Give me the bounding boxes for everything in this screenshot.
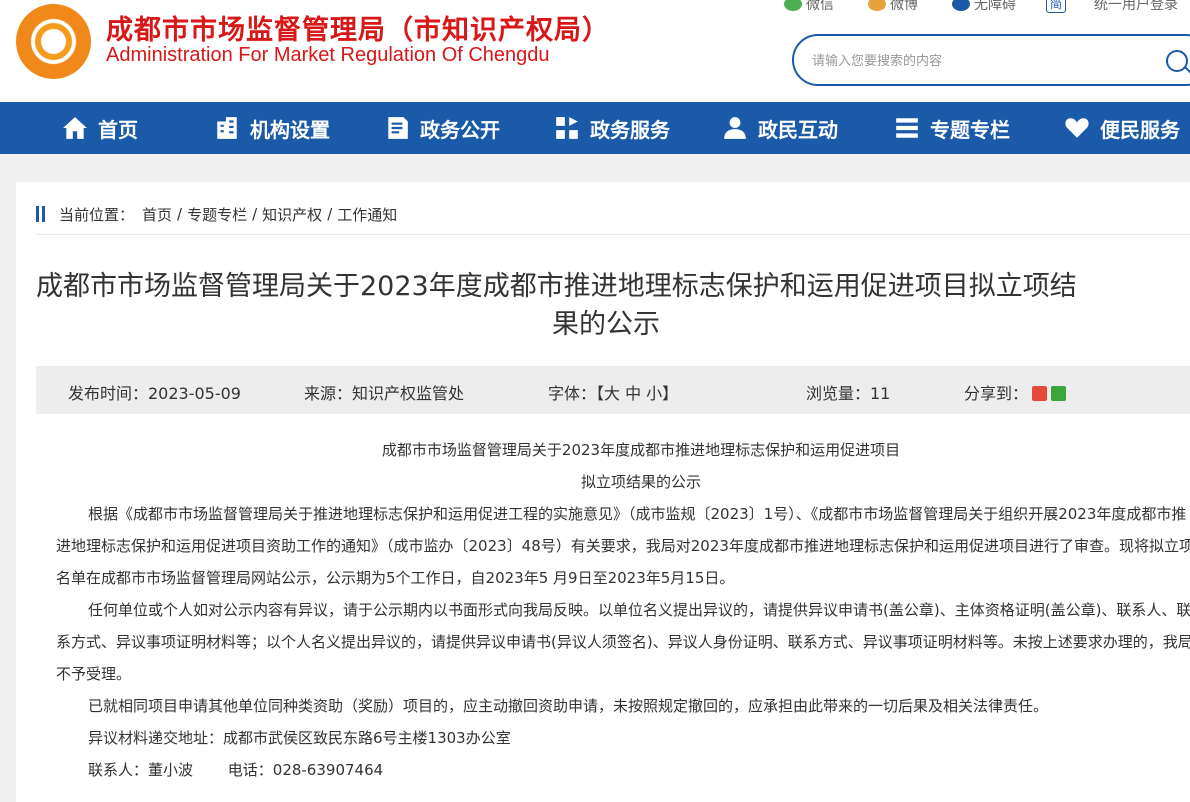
accessible-label: 无障碍: [974, 0, 1016, 13]
home-icon: [63, 117, 87, 139]
share-label: 分享到：: [964, 384, 1029, 403]
accessible-link[interactable]: 无障碍: [952, 0, 1016, 14]
article-title-line2: 果的公示: [552, 309, 660, 340]
article-meta: 发布时间：2023-05-09 来源：知识产权监管处 字体：【大 中 小】 浏览…: [36, 366, 1190, 414]
article-panel: 当前位置： 首页 / 专题专栏 / 知识产权 / 工作通知 成都市市场监督管理局…: [16, 182, 1190, 802]
weibo-label: 微博: [890, 0, 918, 13]
building-icon: [217, 117, 237, 139]
breadcrumb-sep: /: [177, 205, 183, 223]
main-nav: 首页 机构设置 政务公开 政务服务 政民互动 专题专栏 便民服务: [0, 102, 1190, 154]
wechat-icon: [784, 0, 802, 11]
nav-label: 首页: [98, 117, 138, 142]
wechat-share-icon[interactable]: [1051, 386, 1067, 401]
nav-label: 政务服务: [590, 117, 670, 142]
breadcrumb-home[interactable]: 首页: [142, 204, 172, 225]
nav-item-services[interactable]: 政务服务: [554, 102, 670, 154]
site-title[interactable]: 成都市市场监督管理局（市知识产权局）: [106, 8, 610, 47]
nav-item-home[interactable]: 首页: [62, 102, 138, 154]
body-heading-2: 拟立项结果的公示: [580, 473, 701, 491]
nav-label: 便民服务: [1100, 117, 1180, 142]
divider: [36, 234, 1190, 235]
body-paragraph: 已就相同项目申请其他单位同种类资助（奖励）项目的，应主动撤回资助申请，未按照规定…: [88, 697, 1049, 715]
nav-label: 政民互动: [758, 117, 838, 142]
breadcrumb-marker: [36, 206, 39, 222]
search-box: [792, 34, 1190, 86]
breadcrumb-marker: [42, 206, 45, 222]
view-count: 浏览量：11: [806, 384, 891, 403]
nav-label: 政务公开: [420, 117, 500, 142]
body-heading-1: 成都市市场监督管理局关于2023年度成都市推进地理标志保护和运用促进项目: [381, 441, 901, 459]
logo-icon[interactable]: [16, 4, 91, 79]
nav-item-organization[interactable]: 机构设置: [214, 102, 330, 154]
login-link[interactable]: 统一用户登录: [1094, 0, 1178, 14]
breadcrumb-sep: /: [327, 205, 333, 223]
search-icon[interactable]: [1166, 50, 1188, 72]
article-title: 成都市市场监督管理局关于2023年度成都市推进地理标志保护和运用促进项目拟立项结…: [36, 268, 1190, 344]
simplified-toggle[interactable]: 简: [1046, 0, 1067, 13]
grid-icon: [556, 117, 578, 139]
login-label: 统一用户登录: [1094, 0, 1178, 13]
body-paragraph: 根据《成都市市场监督管理局关于推进地理标志保护和运用促进工程的实施意见》（成市监…: [56, 505, 1190, 587]
breadcrumb: 当前位置： 首页 / 专题专栏 / 知识产权 / 工作通知: [36, 204, 397, 224]
heart-icon: [1065, 118, 1089, 138]
wechat-link[interactable]: 微信: [784, 0, 834, 14]
people-icon: [724, 117, 746, 139]
list-icon: [896, 118, 918, 138]
nav-item-interaction[interactable]: 政民互动: [722, 102, 838, 154]
weibo-share-icon[interactable]: [1032, 386, 1048, 401]
breadcrumb-notices[interactable]: 工作通知: [337, 204, 397, 225]
breadcrumb-sep: /: [252, 205, 258, 223]
article-body: 成都市市场监督管理局关于2023年度成都市推进地理标志保护和运用促进项目 拟立项…: [56, 434, 1190, 786]
article-title-line1: 成都市市场监督管理局关于2023年度成都市推进地理标志保护和运用促进项目拟立项结: [36, 271, 1077, 302]
nav-item-public-affairs[interactable]: 政务公开: [384, 102, 500, 154]
article-source: 来源：知识产权监管处: [304, 384, 465, 403]
publish-date: 发布时间：2023-05-09: [68, 384, 241, 403]
simplified-label: 简: [1046, 0, 1067, 13]
breadcrumb-ip[interactable]: 知识产权: [262, 204, 322, 225]
weibo-icon: [868, 0, 886, 11]
breadcrumb-topics[interactable]: 专题专栏: [187, 204, 247, 225]
nav-label: 专题专栏: [930, 117, 1010, 142]
site-header: 成都市市场监督管理局（市知识产权局） Administration For Ma…: [0, 0, 1190, 102]
font-size-control[interactable]: 字体：【大 中 小】: [548, 380, 678, 404]
nav-item-topics[interactable]: 专题专栏: [894, 102, 1010, 154]
search-input[interactable]: [812, 50, 1142, 72]
share-group: 分享到：: [964, 380, 1067, 404]
site-subtitle: Administration For Market Regulation Of …: [106, 44, 550, 66]
body-paragraph: 联系人：董小波 电话：028-63907464: [88, 761, 384, 779]
breadcrumb-prefix: 当前位置：: [59, 205, 135, 224]
wechat-label: 微信: [806, 0, 834, 13]
document-icon: [388, 117, 408, 139]
body-paragraph: 任何单位或个人如对公示内容有异议，请于公示期内以书面形式向我局反映。以单位名义提…: [56, 601, 1190, 683]
body-paragraph: 异议材料递交地址：成都市武侯区致民东路6号主楼1303办公室: [88, 729, 511, 747]
nav-item-convenience[interactable]: 便民服务: [1064, 102, 1180, 154]
accessibility-icon: [952, 0, 970, 11]
nav-label: 机构设置: [250, 117, 330, 142]
weibo-link[interactable]: 微博: [868, 0, 918, 14]
